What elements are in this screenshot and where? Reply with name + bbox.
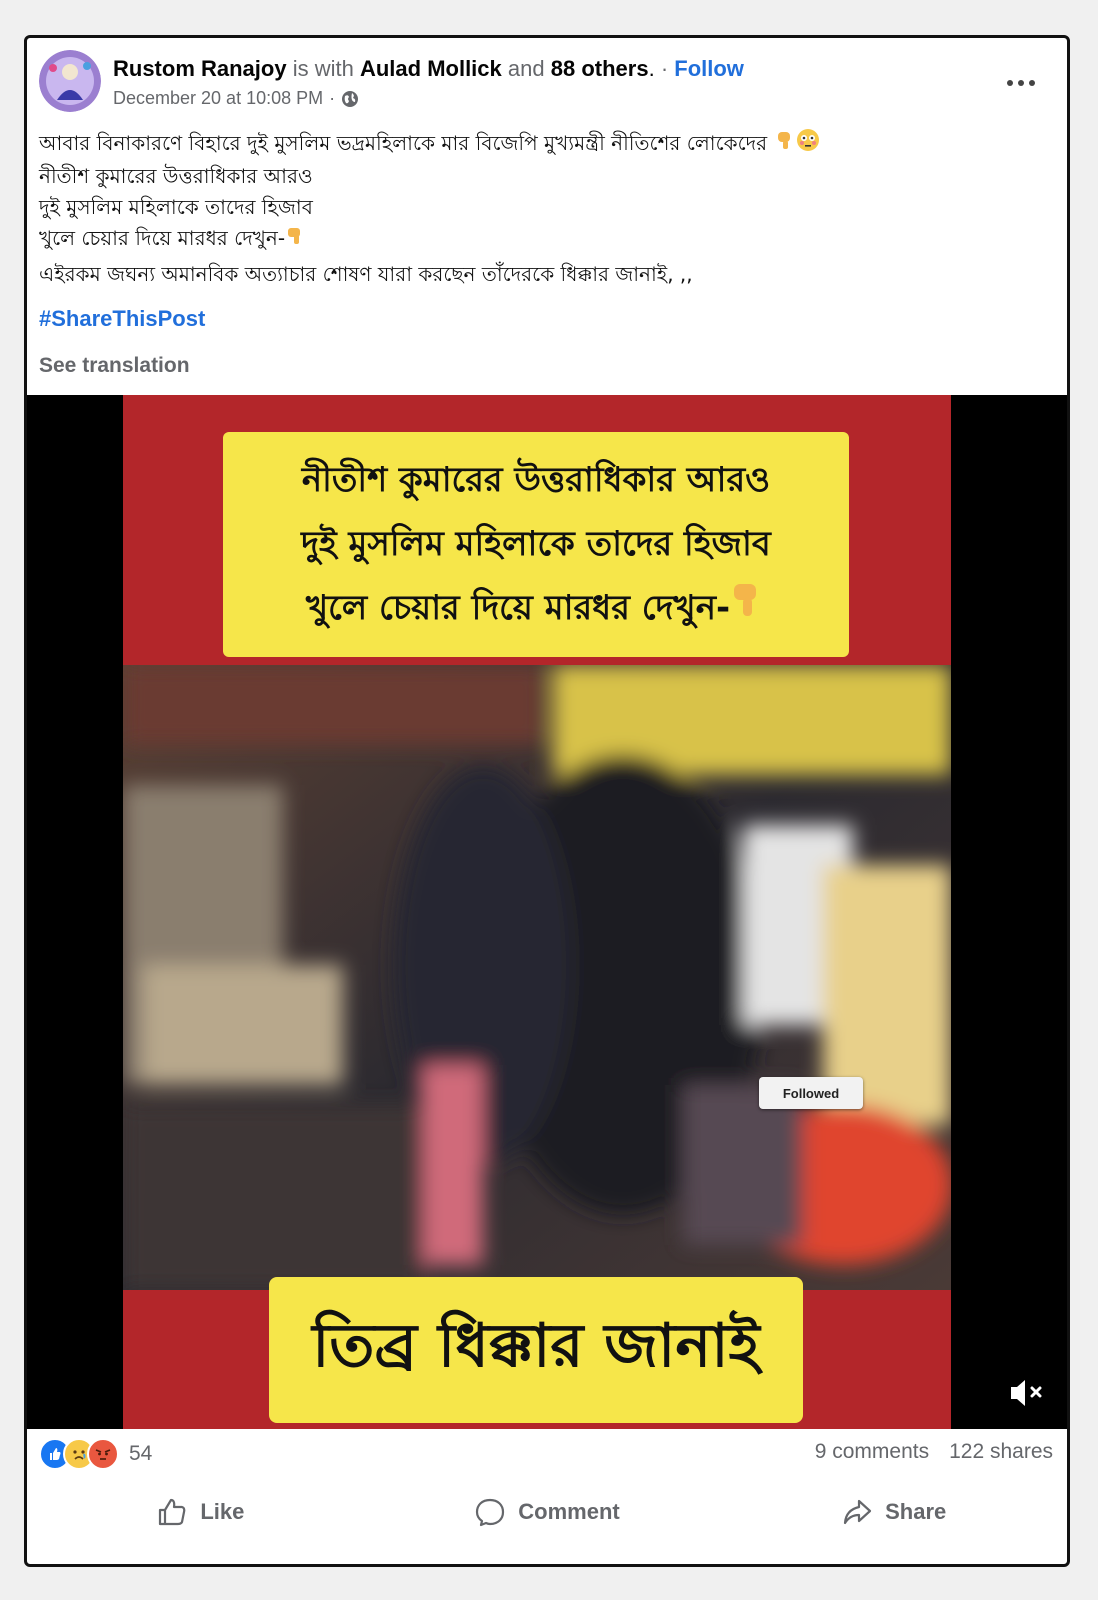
- like-icon: [159, 1498, 186, 1526]
- thumbs-down-emoji-icon: [774, 129, 796, 160]
- and-text: and: [507, 56, 545, 81]
- body-line-2: নীতীশ কুমারের উত্তরাধিকার আরও: [39, 164, 313, 188]
- date-separator: ·: [329, 88, 336, 108]
- hashtag-link[interactable]: #ShareThisPost: [39, 306, 205, 332]
- engagement-stats: 9 comments 122 shares: [815, 1440, 1053, 1464]
- top-caption-line-1: নীতীশ কুমারের উত্তরাধিকার আরও: [301, 459, 771, 500]
- post-body: আবার বিনাকারণে বিহারে দুই মুসলিম ভদ্রমহি…: [39, 128, 1055, 290]
- author-avatar[interactable]: [39, 50, 101, 112]
- action-bar: Like Comment Share: [27, 1482, 1067, 1542]
- globe-icon: [342, 90, 359, 107]
- video-footage: [123, 665, 951, 1290]
- video-top-caption: নীতীশ কুমারের উত্তরাধিকার আরও দুই মুসলিম…: [223, 432, 849, 657]
- reaction-count[interactable]: 54: [129, 1442, 152, 1466]
- top-caption-line-3: খুলে চেয়ার দিয়ে মারধর দেখুন-: [306, 576, 766, 642]
- like-label: Like: [200, 1499, 245, 1524]
- video-frame[interactable]: নীতীশ কুমারের উত্তরাধিকার আরও দুই মুসলিম…: [123, 395, 951, 1429]
- like-button[interactable]: Like: [27, 1482, 374, 1542]
- pointing-down-caption-icon: [730, 577, 766, 641]
- post-card: Rustom Ranajoy is with Aulad Mollick and…: [24, 35, 1070, 1567]
- more-options-button[interactable]: [1001, 68, 1041, 98]
- comment-button[interactable]: Comment: [374, 1482, 721, 1542]
- pointing-down-emoji-icon: [285, 224, 307, 255]
- top-caption-line-2: দুই মুসলিম মহিলাকে তাদের হিজাব: [301, 523, 771, 564]
- period: .: [648, 56, 655, 81]
- with-text: is with: [292, 56, 354, 81]
- angry-reaction-icon: [87, 1438, 119, 1470]
- comment-icon: [476, 1498, 505, 1527]
- tagged-name[interactable]: Aulad Mollick: [360, 56, 502, 81]
- separator: ·: [660, 56, 669, 81]
- share-button[interactable]: Share: [720, 1482, 1067, 1542]
- post-header: Rustom Ranajoy is with Aulad Mollick and…: [39, 50, 1055, 120]
- shares-count[interactable]: 122 shares: [949, 1440, 1053, 1464]
- comments-count[interactable]: 9 comments: [815, 1440, 929, 1464]
- reaction-summary[interactable]: 54: [39, 1436, 152, 1472]
- author-line: Rustom Ranajoy is with Aulad Mollick and…: [113, 56, 744, 82]
- post-date[interactable]: December 20 at 10:08 PM: [113, 88, 323, 109]
- flushed-face-emoji-icon: [796, 128, 820, 161]
- see-translation-link[interactable]: See translation: [39, 354, 190, 378]
- body-line-1: আবার বিনাকারণে বিহারে দুই মুসলিম ভদ্রমহি…: [39, 128, 1055, 161]
- body-line-3: দুই মুসলিম মহিলাকে তাদের হিজাব: [39, 195, 313, 219]
- body-line-4: খুলে চেয়ার দিয়ে মারধর দেখুন-: [39, 223, 1055, 255]
- body-line-5: এইরকম জঘন্য অমানবিক অত্যাচার শোষণ যারা ক…: [39, 262, 693, 286]
- share-icon: [843, 1499, 872, 1525]
- video-bottom-caption: তিব্র ধিক্কার জানাই: [269, 1277, 803, 1423]
- followed-badge: Followed: [759, 1077, 863, 1109]
- share-label: Share: [885, 1499, 947, 1524]
- video-player[interactable]: নীতীশ কুমারের উত্তরাধিকার আরও দুই মুসলিম…: [27, 395, 1067, 1429]
- volume-muted-icon[interactable]: [1007, 1375, 1047, 1411]
- others-link[interactable]: 88 others: [551, 56, 649, 81]
- follow-button[interactable]: Follow: [674, 56, 744, 81]
- post-meta: December 20 at 10:08 PM ·: [113, 88, 359, 109]
- comment-label: Comment: [518, 1499, 620, 1524]
- author-name[interactable]: Rustom Ranajoy: [113, 56, 287, 81]
